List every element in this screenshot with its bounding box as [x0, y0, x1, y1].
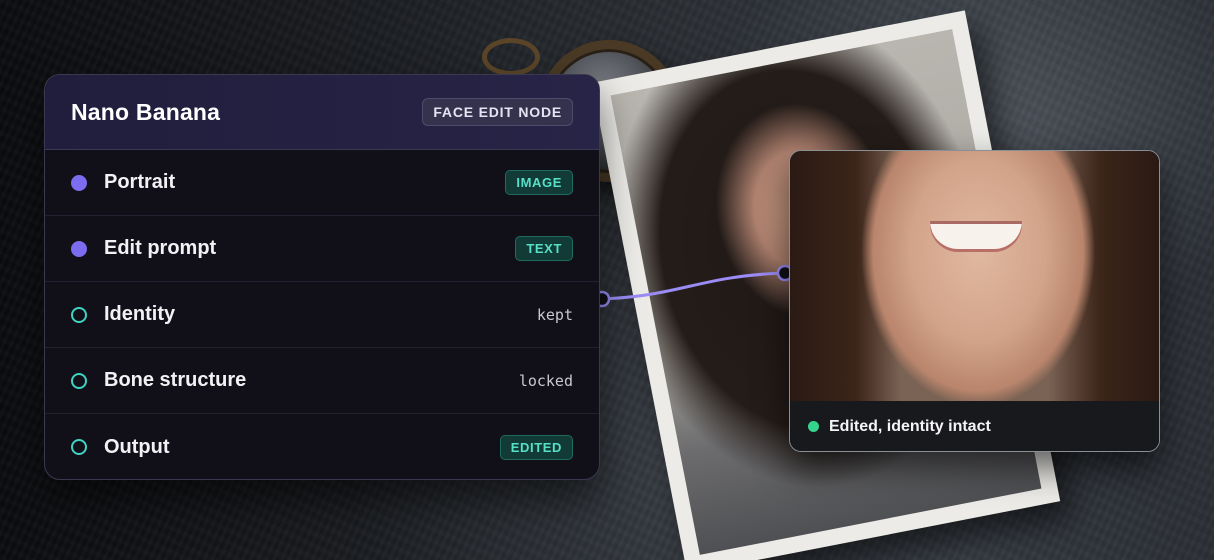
filled-circle-icon[interactable]	[71, 174, 87, 191]
type-badge: TEXT	[515, 236, 573, 261]
row-label: Output	[104, 435, 170, 458]
row-label: Bone structure	[104, 369, 247, 391]
status-dot-icon	[808, 421, 819, 432]
outline-circle-icon[interactable]	[71, 372, 87, 389]
row-label: Portrait	[104, 171, 176, 193]
row-value: kept	[536, 305, 573, 324]
outline-circle-icon[interactable]	[71, 439, 87, 455]
outline-circle-icon[interactable]	[71, 306, 87, 323]
node-title: Nano Banana	[71, 98, 221, 125]
row-bone-structure[interactable]: Bone structure locked	[45, 348, 599, 414]
row-label: Identity	[104, 303, 176, 325]
result-status-text: Edited, identity intact	[829, 417, 991, 435]
type-badge: IMAGE	[505, 170, 573, 195]
row-edit-prompt[interactable]: Edit prompt TEXT	[45, 216, 599, 282]
loupe-ring	[482, 38, 540, 76]
result-card[interactable]: Edited, identity intact	[789, 150, 1160, 452]
node-rows: Portrait IMAGE Edit prompt TEXT Identity…	[45, 150, 599, 479]
row-value: locked	[518, 371, 573, 390]
type-badge: EDITED	[499, 434, 573, 460]
row-portrait[interactable]: Portrait IMAGE	[45, 150, 599, 216]
node-type-tag: FACE EDIT NODE	[422, 98, 573, 126]
row-label: Edit prompt	[104, 237, 217, 259]
result-footer: Edited, identity intact	[790, 401, 1159, 451]
filled-circle-icon[interactable]	[71, 240, 87, 257]
smile-detail	[930, 221, 1022, 249]
edited-portrait-image	[790, 151, 1159, 401]
face-edit-node[interactable]: Nano Banana FACE EDIT NODE Portrait IMAG…	[44, 74, 600, 480]
row-identity[interactable]: Identity kept	[45, 282, 599, 348]
node-header[interactable]: Nano Banana FACE EDIT NODE	[45, 75, 599, 150]
row-output[interactable]: Output EDITED	[45, 414, 599, 479]
